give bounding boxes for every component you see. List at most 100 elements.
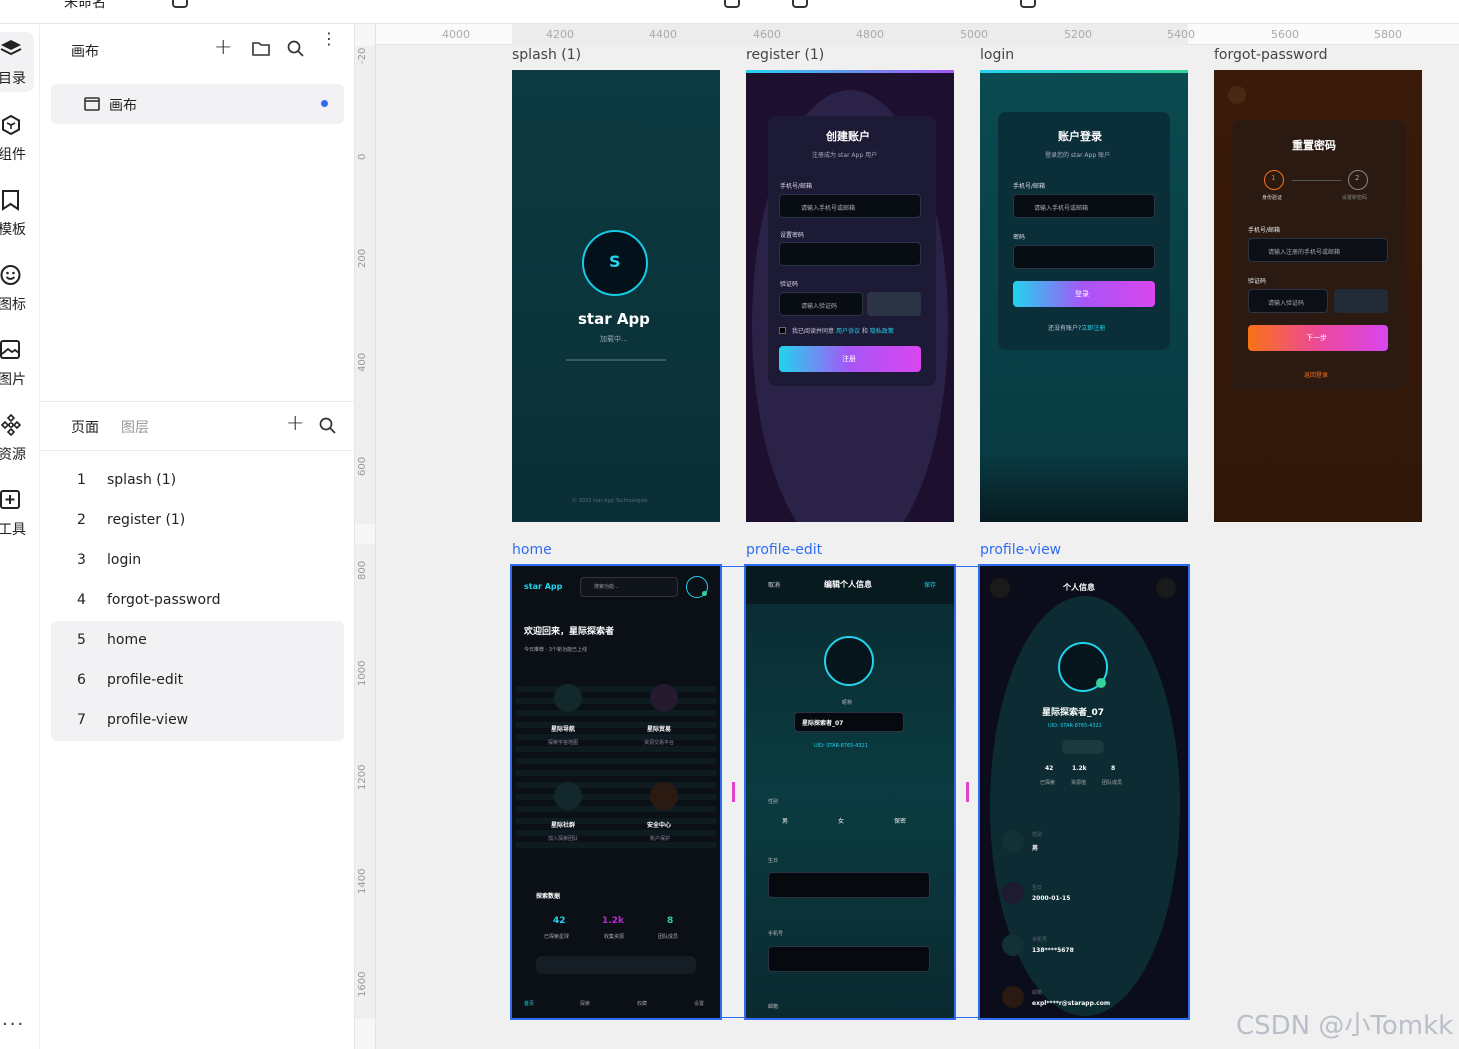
page-item[interactable]: 1 splash (1): [51, 461, 344, 501]
back-button[interactable]: [990, 578, 1010, 598]
welcome-subtitle: 今日推荐 · 3个新功能已上线: [524, 647, 587, 653]
phone-input[interactable]: [768, 946, 930, 972]
birthday-input[interactable]: [768, 872, 930, 898]
card-title[interactable]: 星际社群: [551, 820, 575, 829]
back-circle[interactable]: [1228, 86, 1246, 104]
frame-label[interactable]: profile-edit: [746, 542, 822, 558]
card-title[interactable]: 星际导航: [551, 724, 575, 733]
page-number: 1: [77, 472, 86, 488]
search-placeholder: 搜索功能...: [594, 584, 619, 590]
toolbar-icon[interactable]: [792, 0, 808, 8]
next-button-label: 下一步: [1306, 334, 1327, 342]
toolbar-icon[interactable]: [724, 0, 740, 8]
card-title[interactable]: 安全中心: [647, 820, 671, 829]
frame-label[interactable]: home: [512, 542, 552, 558]
nav-item[interactable]: 探索: [580, 1000, 590, 1007]
toolbar-icon[interactable]: [1020, 0, 1036, 8]
toolbar-icon[interactable]: [172, 0, 188, 8]
design-canvas[interactable]: splash (1) register (1) login forgot-pas…: [376, 45, 1459, 1049]
nav-item[interactable]: 设置: [694, 1000, 704, 1007]
ruler-tick: 4400: [649, 28, 677, 41]
form-subtitle: 注册成为 star App 用户: [812, 152, 878, 159]
cancel-button[interactable]: 取消: [768, 580, 780, 589]
page-item[interactable]: 5 home: [51, 621, 344, 661]
rail-item-images[interactable]: 图片: [0, 333, 40, 393]
folder-icon[interactable]: [252, 41, 270, 56]
info-label: 生日: [1032, 885, 1043, 891]
page-item[interactable]: 2 register (1): [51, 501, 344, 541]
side-panel: 画布 + ⋮ 画布 页面 图层 + 1 splash (1) 2 register …: [40, 24, 355, 1049]
frame-login[interactable]: 账户登录 登录您的 star App 账户 手机号/邮箱 请输入手机号或邮箱 密…: [980, 70, 1188, 522]
frame-splash[interactable]: S star App 加载中... © 2023 star App Techno…: [512, 70, 720, 522]
nav-item[interactable]: 首页: [524, 1000, 534, 1007]
frame-label[interactable]: forgot-password: [1214, 47, 1327, 63]
avatar-upload[interactable]: [824, 636, 874, 686]
frame-label[interactable]: profile-view: [980, 542, 1061, 558]
tab-layers[interactable]: 图层: [121, 417, 149, 437]
info-value: expl****r@starapp.com: [1032, 1000, 1111, 1007]
frame-label[interactable]: splash (1): [512, 47, 581, 63]
frame-profile-view[interactable]: 个人信息 星际探索者_07 UID: STAR-8765-4321 42 已探索…: [978, 564, 1190, 1020]
card-title[interactable]: 星际贸易: [647, 724, 671, 733]
ruler-tick: 1600: [357, 971, 368, 997]
page-item[interactable]: 7 profile-view: [51, 701, 344, 741]
save-button[interactable]: 保存: [924, 580, 936, 589]
frame-home[interactable]: star App 搜索功能... 欢迎回来，星际探索者 今日推荐 · 3个新功能…: [510, 564, 722, 1020]
frame-register[interactable]: 创建账户 注册成为 star App 用户 手机号/邮箱 请输入手机号或邮箱 设…: [746, 70, 954, 522]
agree-checkbox[interactable]: [779, 327, 786, 334]
canvas-item[interactable]: 画布: [51, 84, 344, 124]
rail-item-templates[interactable]: 模板: [0, 183, 40, 243]
app-name: star App: [578, 310, 650, 328]
page-name: home: [107, 632, 147, 648]
add-page-icon[interactable]: +: [286, 411, 304, 436]
edit-button[interactable]: [1156, 578, 1176, 598]
field-label: 手机号/邮箱: [1013, 183, 1046, 190]
horizontal-ruler[interactable]: 4000 4200 4400 4600 4800 5000 5200 5400 …: [376, 24, 1459, 45]
gender-option[interactable]: 保密: [894, 816, 906, 825]
active-dot: [321, 100, 328, 107]
password-input[interactable]: [779, 242, 921, 266]
vertical-ruler[interactable]: -20 0 200 400 600 800 1000 1200 1400 160…: [355, 24, 376, 1049]
online-dot: [702, 591, 707, 596]
send-code-button[interactable]: [867, 292, 921, 316]
rail-item-catalog[interactable]: 目录: [0, 32, 34, 92]
page-item[interactable]: 6 profile-edit: [51, 661, 344, 701]
step-connector: [1292, 180, 1342, 181]
rail-item-resources[interactable]: 资源: [0, 408, 40, 468]
agree-prefix: 我已阅读并同意: [792, 328, 835, 335]
nav-item[interactable]: 收藏: [637, 1000, 647, 1007]
search-icon[interactable]: [287, 40, 304, 57]
gender-option[interactable]: 女: [838, 816, 844, 825]
search-icon[interactable]: [319, 417, 336, 434]
page-number: 6: [77, 672, 86, 688]
code-placeholder: 请输入验证码: [1268, 300, 1305, 307]
field-label: 手机号/邮箱: [780, 183, 813, 190]
more-icon[interactable]: ···: [2, 1014, 25, 1035]
password-input[interactable]: [1013, 245, 1155, 269]
file-title[interactable]: 未命名: [64, 0, 106, 12]
page-item[interactable]: 4 forgot-password: [51, 581, 344, 621]
page-item[interactable]: 3 login: [51, 541, 344, 581]
rail-item-tools[interactable]: 工具: [0, 483, 40, 543]
frame-profile-edit[interactable]: 取消 编辑个人信息 保存 昵称 星际探索者_07 UID: STAR-8765-…: [744, 564, 956, 1020]
terms-link[interactable]: 用户协议: [836, 328, 860, 335]
gender-option[interactable]: 男: [782, 816, 788, 825]
rail-label: 目录: [0, 71, 26, 87]
stats-title: 探索数据: [536, 893, 561, 900]
privacy-link[interactable]: 隐私政策: [870, 328, 894, 335]
field-label: 验证码: [1248, 278, 1267, 285]
page-name: register (1): [107, 512, 186, 528]
add-icon[interactable]: +: [214, 35, 232, 60]
frame-forgot-password[interactable]: 重置密码 1 2 身份验证 设置新密码 手机号/邮箱 请输入注册的手机号或邮箱 …: [1214, 70, 1422, 522]
frame-label[interactable]: register (1): [746, 47, 824, 63]
page-name: login: [107, 552, 142, 568]
frame-label[interactable]: login: [980, 47, 1014, 63]
signup-link[interactable]: 立即注册: [1081, 325, 1105, 332]
rail-item-components[interactable]: 组件: [0, 108, 40, 168]
rail-item-icons[interactable]: 图标: [0, 258, 40, 318]
back-to-login-link[interactable]: 返回登录: [1304, 370, 1328, 379]
code-placeholder: 请输入验证码: [801, 303, 838, 310]
more-vert-icon[interactable]: ⋮: [321, 31, 337, 47]
tab-pages[interactable]: 页面: [71, 417, 99, 437]
send-code-button[interactable]: [1334, 289, 1388, 313]
